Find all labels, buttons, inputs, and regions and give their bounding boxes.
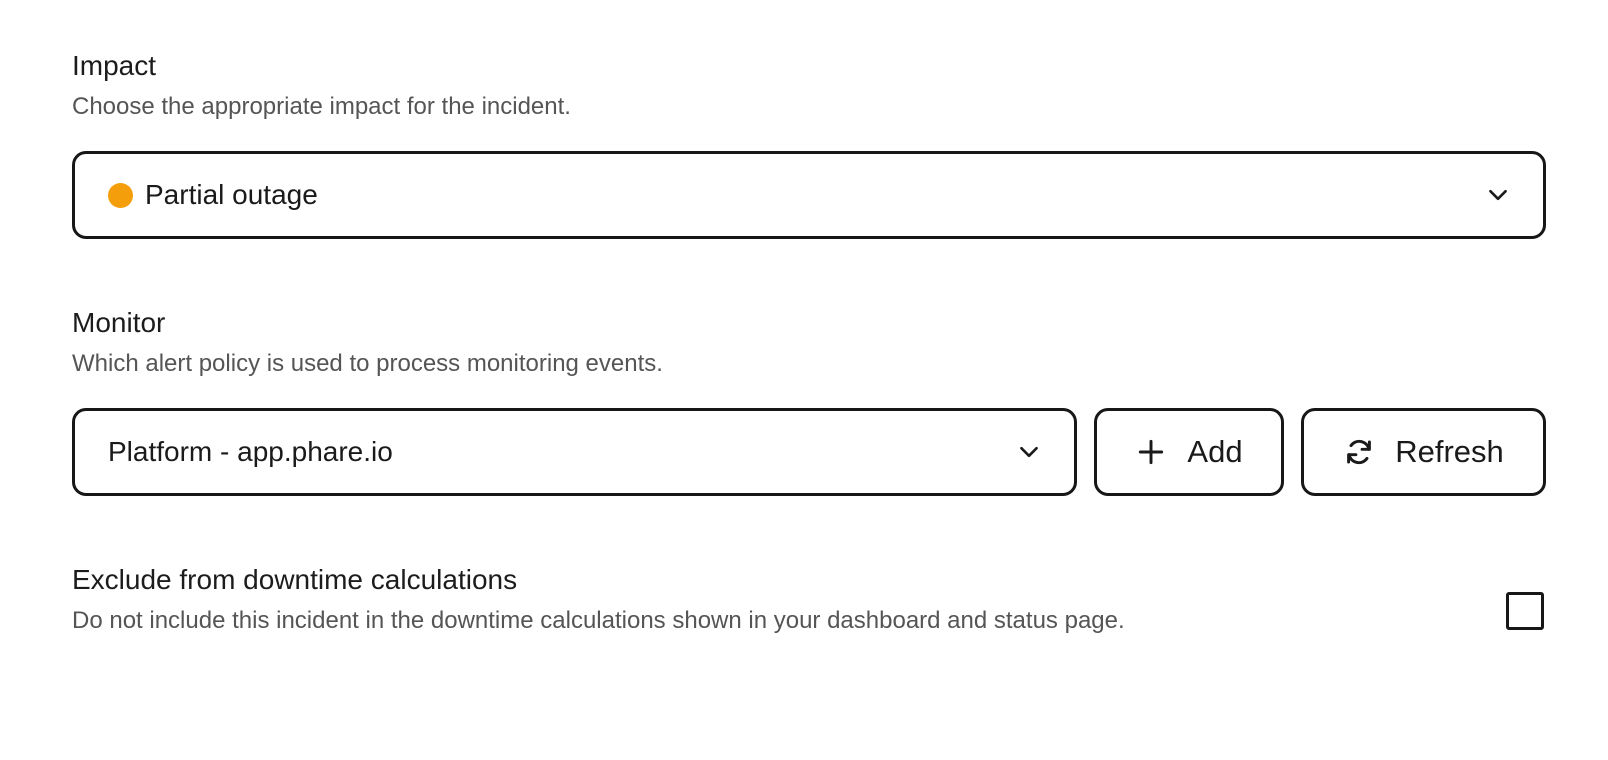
monitor-description: Which alert policy is used to process mo… <box>72 350 663 377</box>
add-button-label: Add <box>1187 434 1243 469</box>
refresh-icon <box>1347 439 1372 465</box>
monitor-section: Monitor Which alert policy is used to pr… <box>72 306 1541 379</box>
monitor-select[interactable]: Platform - app.phare.io <box>72 408 1077 496</box>
monitor-title: Monitor <box>72 307 166 338</box>
chevron-down-icon <box>1489 189 1507 201</box>
exclude-section: Exclude from downtime calculations Do no… <box>72 563 1472 636</box>
impact-section: Impact Choose the appropriate impact for… <box>72 49 1541 122</box>
monitor-selected-value: Platform - app.phare.io <box>108 436 393 467</box>
impact-title: Impact <box>72 50 157 81</box>
impact-select[interactable]: Partial outage <box>72 151 1546 239</box>
plus-icon <box>1139 439 1164 465</box>
exclude-description: Do not include this incident in the down… <box>72 607 1125 634</box>
impact-description: Choose the appropriate impact for the in… <box>72 93 571 120</box>
impact-selected-value: Partial outage <box>145 179 318 210</box>
add-monitor-button[interactable]: Add <box>1094 408 1284 496</box>
chevron-down-icon <box>1020 446 1038 458</box>
refresh-button-label: Refresh <box>1395 434 1504 469</box>
partial-outage-status-dot <box>108 182 133 208</box>
exclude-title: Exclude from downtime calculations <box>72 564 518 595</box>
refresh-monitors-button[interactable]: Refresh <box>1301 408 1546 496</box>
exclude-from-downtime-checkbox[interactable] <box>1506 592 1544 630</box>
incident-form: Impact Choose the appropriate impact for… <box>0 0 1608 760</box>
